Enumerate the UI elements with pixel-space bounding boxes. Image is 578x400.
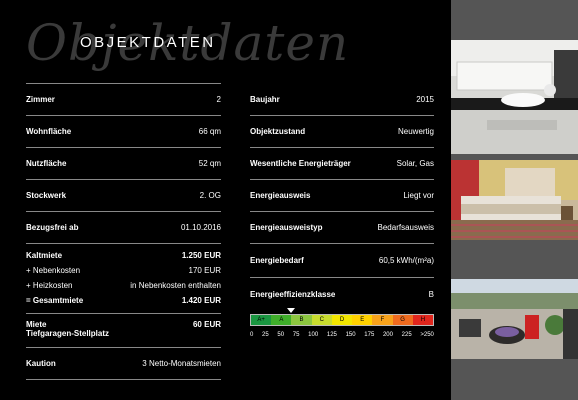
detail-value: 66 qm (198, 127, 221, 136)
detail-label: Wesentliche Energieträger (250, 159, 351, 168)
detail-value: Solar, Gas (396, 159, 434, 168)
energy-scale-tick: 0 (250, 332, 254, 338)
detail-value: 60 EUR (192, 320, 221, 329)
detail-row-deposit: Kaution 3 Netto-Monatsmieten (26, 348, 221, 380)
energy-scale-tick: 225 (401, 332, 412, 338)
detail-label: Energiebedarf (250, 256, 304, 265)
detail-value: Liegt vor (403, 191, 434, 200)
detail-label: Zimmer (26, 95, 55, 104)
cost-value: 1.420 EUR (181, 296, 221, 305)
cost-line-extra-costs: + Nebenkosten 170 EUR (26, 263, 221, 278)
right-column: Baujahr 2015 Objektzustand Neuwertig Wes… (250, 84, 434, 338)
cost-label: + Heizkosten (26, 281, 73, 290)
energy-scale-bar: A+ A B C D E F G H (250, 308, 434, 326)
page-title: OBJEKTDATEN (80, 34, 216, 51)
cost-value: in Nebenkosten enthalten (130, 281, 221, 290)
energy-scale-tick: 125 (326, 332, 337, 338)
energy-class-f: F (372, 315, 393, 325)
detail-row-energy-sources: Wesentliche Energieträger Solar, Gas (250, 148, 434, 180)
energy-scale-tick: >250 (420, 332, 434, 338)
detail-value: B (428, 289, 434, 299)
terrace-photo (451, 279, 578, 359)
energy-scale-tick: 200 (382, 332, 393, 338)
bedroom-photo (451, 160, 578, 240)
detail-label: Bezugsfrei ab (26, 223, 79, 232)
detail-label: Baujahr (250, 95, 280, 104)
energy-class-c: C (311, 315, 332, 325)
rent-cost-block: Kaltmiete 1.250 EUR + Nebenkosten 170 EU… (26, 244, 221, 314)
detail-row-floor: Stockwerk 2. OG (26, 180, 221, 212)
detail-value: 2 (216, 95, 221, 104)
detail-label: Objektzustand (250, 127, 306, 136)
cost-value: 1.250 EUR (181, 251, 221, 260)
detail-row-available-from: Bezugsfrei ab 01.10.2016 (26, 212, 221, 244)
detail-row-parking: Miete Tiefgaragen-Stellplatz 60 EUR (26, 314, 221, 348)
detail-row-build-year: Baujahr 2015 (250, 84, 434, 116)
detail-value: Neuwertig (397, 127, 434, 136)
detail-label: Energieeffizienzklasse (250, 289, 336, 299)
energy-class-g: G (392, 315, 413, 325)
cost-label: = Gesamtmiete (26, 296, 84, 305)
detail-label: Wohnfläche (26, 127, 72, 136)
detail-label: Energieausweis (250, 191, 311, 200)
detail-row-rooms: Zimmer 2 (26, 84, 221, 116)
energy-scale-tick: 175 (364, 332, 375, 338)
energy-class-b: B (291, 315, 312, 325)
detail-label: Kaution (26, 359, 56, 368)
detail-row-certificate-type: Energieausweistyp Bedarfsausweis (250, 212, 434, 244)
detail-value: 60,5 kWh/(m²a) (378, 256, 434, 265)
detail-label: Nutzfläche (26, 159, 67, 168)
bathroom-photo (451, 40, 578, 154)
left-column: Zimmer 2 Wohnfläche 66 qm Nutzfläche 52 … (26, 84, 221, 380)
cost-label: Kaltmiete (26, 251, 63, 260)
detail-row-energy-certificate: Energieausweis Liegt vor (250, 180, 434, 212)
energy-scale-tick: 150 (345, 332, 356, 338)
detail-row-living-area: Wohnfläche 66 qm (26, 116, 221, 148)
expose-page: Objektdaten OBJEKTDATEN Zimmer 2 Wohnflä… (0, 0, 578, 400)
parking-label-line2: Tiefgaragen-Stellplatz (26, 329, 109, 338)
energy-scale-tick: 50 (277, 332, 285, 338)
detail-value: Bedarfsausweis (377, 223, 434, 232)
energy-class-e: E (352, 315, 373, 325)
detail-value: 2015 (416, 95, 434, 104)
energy-class-a: A (271, 315, 292, 325)
detail-value: 3 Netto-Monatsmieten (142, 359, 221, 368)
energy-class-d: D (331, 315, 353, 325)
energy-scale-tick: 25 (262, 332, 269, 338)
cost-line-cold-rent: Kaltmiete 1.250 EUR (26, 248, 221, 263)
cost-label: + Nebenkosten (26, 266, 81, 275)
detail-label: Energieausweistyp (250, 223, 323, 232)
energy-scale: A+ A B C D E F G H 0 25 50 75 100 125 150 175 200 225 >250 (250, 308, 434, 338)
cost-value: 170 EUR (188, 266, 221, 275)
cost-line-heating: + Heizkosten in Nebenkosten enthalten (26, 278, 221, 293)
detail-value: 52 qm (198, 159, 221, 168)
detail-value: 2. OG (199, 191, 221, 200)
energy-scale-tick: 100 (308, 332, 319, 338)
detail-row-condition: Objektzustand Neuwertig (250, 116, 434, 148)
energy-scale-ticks: 0 25 50 75 100 125 150 175 200 225 >250 (250, 332, 434, 338)
energy-scale-tick: 75 (292, 332, 300, 338)
cost-line-total-rent: = Gesamtmiete 1.420 EUR (26, 293, 221, 308)
detail-row-efficiency-class: Energieeffizienzklasse B (250, 278, 434, 310)
energy-class-aplus: A+ (251, 315, 272, 325)
detail-label: Stockwerk (26, 191, 67, 200)
detail-label: Miete Tiefgaragen-Stellplatz (26, 320, 109, 342)
detail-row-usable-area: Nutzfläche 52 qm (26, 148, 221, 180)
detail-value: 01.10.2016 (180, 223, 221, 232)
energy-class-h: H (412, 315, 433, 325)
detail-row-energy-demand: Energiebedarf 60,5 kWh/(m²a) (250, 244, 434, 278)
energy-marker-icon (287, 308, 296, 313)
parking-label-line1: Miete (26, 320, 47, 329)
